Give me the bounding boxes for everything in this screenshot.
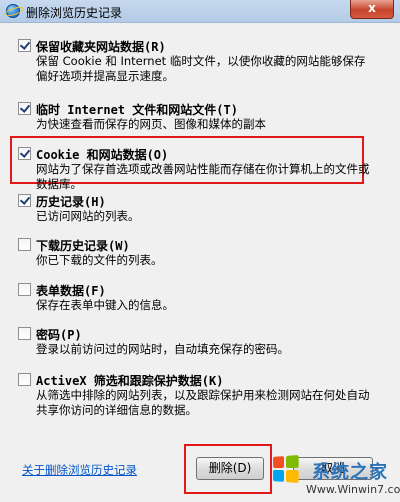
- option-label: 下载历史记录(W): [36, 239, 130, 253]
- option-form-data[interactable]: 表单数据(F) 保存在表单中键入的信息。: [18, 282, 378, 312]
- option-description: 保存在表单中键入的信息。: [36, 298, 174, 312]
- about-delete-history-link[interactable]: 关于删除浏览历史记录: [22, 462, 137, 478]
- option-cookies[interactable]: Cookie 和网站数据(O) 网站为了保存首选项或改善网站性能而存储在你计算机…: [18, 146, 378, 191]
- option-description: 为快速查看而保存的网页、图像和媒体的副本: [36, 117, 266, 131]
- option-label: 密码(P): [36, 328, 82, 342]
- checkbox-temp-files[interactable]: [18, 102, 31, 115]
- option-description: 登录以前访问过的网站时，自动填充保存的密码。: [36, 342, 289, 356]
- option-keep-favorites[interactable]: 保留收藏夹网站数据(R) 保留 Cookie 和 Internet 临时文件，以…: [18, 38, 378, 83]
- option-description: 你已下载的文件的列表。: [36, 253, 163, 267]
- option-activex-tracking[interactable]: ActiveX 筛选和跟踪保护数据(K) 从筛选中排除的网站列表，以及跟踪保护用…: [18, 372, 378, 420]
- checkbox-cookies[interactable]: [18, 147, 31, 160]
- option-label: 临时 Internet 文件和网站文件(T): [36, 103, 238, 117]
- ie-icon: [6, 4, 20, 18]
- checkbox-activex-tracking[interactable]: [18, 373, 31, 386]
- option-history[interactable]: 历史记录(H) 已访问网站的列表。: [18, 193, 378, 223]
- option-label: 表单数据(F): [36, 284, 106, 298]
- option-description: 从筛选中排除的网站列表，以及跟踪保护用来检测网站在何处自动共享你访问的详细信息的…: [36, 388, 370, 417]
- option-label: ActiveX 筛选和跟踪保护数据(K): [36, 374, 224, 388]
- title-bar: 删除浏览历史记录 x: [0, 0, 400, 23]
- option-passwords[interactable]: 密码(P) 登录以前访问过的网站时，自动填充保存的密码。: [18, 326, 378, 356]
- option-label: 保留收藏夹网站数据(R): [36, 40, 166, 54]
- checkbox-form-data[interactable]: [18, 283, 31, 296]
- option-description: 已访问网站的列表。: [36, 209, 140, 223]
- watermark-title: 系统之家: [312, 462, 388, 483]
- option-label: 历史记录(H): [36, 195, 106, 209]
- checkbox-passwords[interactable]: [18, 327, 31, 340]
- windows-logo-icon: [273, 455, 299, 483]
- delete-button[interactable]: 删除(D): [196, 457, 264, 480]
- window-title: 删除浏览历史记录: [26, 6, 123, 20]
- option-temp-files[interactable]: 临时 Internet 文件和网站文件(T) 为快速查看而保存的网页、图像和媒体…: [18, 101, 378, 131]
- option-description: 网站为了保存首选项或改善网站性能而存储在你计算机上的文件或数据库。: [36, 162, 370, 191]
- option-download-history[interactable]: 下载历史记录(W) 你已下载的文件的列表。: [18, 237, 378, 267]
- watermark-url: Www.Winwin7.com: [306, 483, 400, 496]
- close-button[interactable]: x: [350, 0, 394, 19]
- checkbox-keep-favorites[interactable]: [18, 39, 31, 52]
- option-description: 保留 Cookie 和 Internet 临时文件，以使你收藏的网站能够保存偏好…: [36, 54, 366, 83]
- option-label: Cookie 和网站数据(O): [36, 148, 169, 162]
- checkbox-download-history[interactable]: [18, 238, 31, 251]
- site-watermark: 系统之家 Www.Winwin7.com: [272, 452, 400, 502]
- checkbox-history[interactable]: [18, 194, 31, 207]
